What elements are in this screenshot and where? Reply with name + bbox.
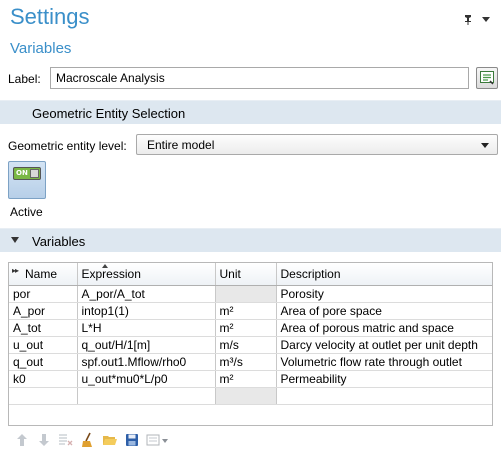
cell-name[interactable]: u_out [9, 336, 78, 354]
cell-description[interactable]: Darcy velocity at outlet per unit depth [276, 336, 492, 354]
table-row[interactable]: A_por intop1(1) m² Area of pore space [9, 302, 492, 320]
label-input[interactable] [50, 67, 469, 89]
cell-name[interactable] [9, 387, 78, 405]
table-row[interactable]: q_out spf.out1.Mflow/rho0 m³/s Volumetri… [9, 353, 492, 371]
cell-name[interactable]: por [9, 285, 78, 303]
column-header-description-label: Description [280, 266, 341, 281]
cell-expression[interactable]: intop1(1) [77, 302, 216, 320]
save-to-file-icon[interactable] [124, 432, 140, 448]
more-options-icon[interactable] [146, 432, 170, 448]
cell-expression[interactable]: u_out*mu0*L/p0 [77, 370, 216, 388]
toggle-on-text: ON [16, 169, 28, 177]
toggle-knob [30, 169, 39, 178]
label-caption: Label: [8, 72, 41, 86]
clear-table-icon[interactable] [80, 432, 96, 448]
column-header-name[interactable]: ▸▸ Name [9, 263, 78, 286]
cell-unit [215, 387, 277, 405]
geometric-entity-section-title: Geometric Entity Selection [32, 106, 186, 121]
header-icons [463, 14, 491, 26]
variables-section-title: Variables [32, 234, 86, 249]
cell-unit: m² [215, 319, 277, 337]
collapse-arrow-icon[interactable] [11, 237, 19, 243]
cell-unit: m² [215, 302, 277, 320]
table-row[interactable]: u_out q_out/H/1[m] m/s Darcy velocity at… [9, 336, 492, 354]
label-display-icon [480, 71, 494, 85]
column-header-description[interactable]: Description [276, 263, 492, 286]
geometric-entity-section-header[interactable]: Geometric Entity Selection [0, 100, 501, 124]
column-header-expression[interactable]: Expression [77, 263, 216, 286]
column-header-unit-label: Unit [219, 266, 241, 281]
cell-name[interactable]: A_tot [9, 319, 78, 337]
column-header-expression-label: Expression [81, 266, 141, 281]
table-row[interactable]: A_tot L*H m² Area of porous matric and s… [9, 319, 492, 337]
geometric-entity-level-label: Geometric entity level: [8, 139, 127, 153]
cell-name[interactable]: A_por [9, 302, 78, 320]
dropdown-icon[interactable] [481, 14, 491, 26]
variables-table[interactable]: ▸▸ Name Expression Unit Description por … [8, 262, 493, 426]
geometric-entity-level-row: Geometric entity level: Entire model [8, 134, 498, 156]
cell-description[interactable]: Volumetric flow rate through outlet [276, 353, 492, 371]
cell-unit [215, 285, 277, 303]
cell-description[interactable]: Area of pore space [276, 302, 492, 320]
cell-expression[interactable]: q_out/H/1[m] [77, 336, 216, 354]
settings-title: Settings [10, 4, 90, 29]
column-selector-icon[interactable]: ▸▸ [12, 266, 19, 275]
sort-ascending-icon [101, 264, 108, 268]
cell-unit: m² [215, 370, 277, 388]
label-row: Label: [8, 67, 498, 91]
load-from-file-icon[interactable] [102, 432, 118, 448]
geometric-entity-level-select[interactable]: Entire model [136, 134, 498, 155]
pin-icon[interactable] [463, 14, 473, 26]
variables-section-header[interactable]: Variables [0, 228, 501, 252]
show-label-button[interactable] [476, 67, 498, 89]
table-toolbar [14, 432, 170, 448]
geometric-entity-level-value: Entire model [147, 138, 215, 152]
column-header-name-label: Name [25, 266, 58, 281]
cell-name[interactable]: q_out [9, 353, 78, 371]
move-up-icon[interactable] [14, 432, 30, 448]
cell-expression[interactable]: A_por/A_tot [77, 285, 216, 303]
table-row[interactable]: k0 u_out*mu0*L/p0 m² Permeability [9, 370, 492, 388]
active-toggle-button[interactable]: ON [8, 161, 46, 199]
column-header-unit[interactable]: Unit [215, 263, 277, 286]
cell-unit: m³/s [215, 353, 277, 371]
cell-description[interactable]: Permeability [276, 370, 492, 388]
delete-icon[interactable] [58, 432, 74, 448]
cell-expression[interactable]: spf.out1.Mflow/rho0 [77, 353, 216, 371]
table-header-row: ▸▸ Name Expression Unit Description [9, 263, 492, 286]
on-switch-icon: ON [13, 167, 41, 180]
cell-name[interactable]: k0 [9, 370, 78, 388]
settings-subtitle: Variables [10, 40, 72, 57]
cell-description[interactable]: Porosity [276, 285, 492, 303]
move-down-icon[interactable] [36, 432, 52, 448]
cell-description[interactable]: Area of porous matric and space [276, 319, 492, 337]
cell-unit: m/s [215, 336, 277, 354]
active-label: Active [10, 205, 43, 219]
chevron-down-icon [481, 143, 489, 148]
cell-expression[interactable]: L*H [77, 319, 216, 337]
cell-description[interactable] [276, 387, 492, 405]
cell-expression[interactable] [77, 387, 216, 405]
table-row-empty[interactable] [9, 387, 492, 405]
table-row[interactable]: por A_por/A_tot Porosity [9, 285, 492, 303]
